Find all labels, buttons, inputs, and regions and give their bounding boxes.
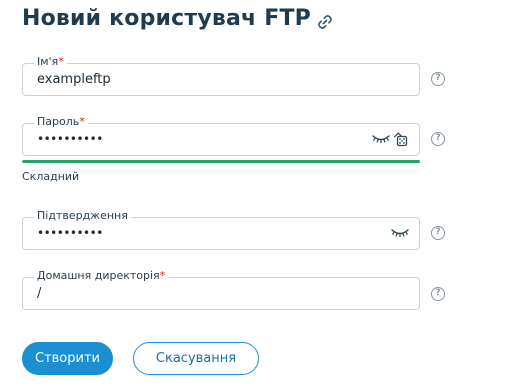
cancel-button[interactable]: Скасування bbox=[133, 342, 259, 375]
eye-closed-icon[interactable] bbox=[391, 227, 409, 239]
password-help-icon[interactable]: ? bbox=[431, 132, 445, 146]
home-directory-help-icon[interactable]: ? bbox=[431, 287, 445, 301]
link-icon[interactable] bbox=[316, 13, 334, 31]
confirm-password-field[interactable]: Підтвердження •••••••••• bbox=[22, 209, 420, 250]
eye-closed-icon[interactable] bbox=[372, 133, 390, 145]
username-input[interactable]: exampleftp bbox=[37, 64, 111, 95]
dice-icon[interactable] bbox=[392, 131, 408, 147]
password-input[interactable]: •••••••••• bbox=[37, 124, 103, 155]
confirm-password-help-icon[interactable]: ? bbox=[431, 226, 445, 240]
home-directory-input[interactable]: / bbox=[37, 278, 41, 309]
confirm-password-input[interactable]: •••••••••• bbox=[37, 218, 103, 249]
password-strength-bar bbox=[22, 160, 420, 163]
password-field[interactable]: Пароль* •••••••••• bbox=[22, 115, 420, 156]
password-strength-fill bbox=[22, 160, 420, 163]
create-button[interactable]: Створити bbox=[22, 342, 113, 375]
password-strength-label: Складний bbox=[22, 170, 80, 183]
page-title: Новий користувач FTP bbox=[22, 6, 311, 31]
username-field[interactable]: Ім'я* exampleftp bbox=[22, 55, 420, 96]
required-mark: * bbox=[159, 269, 166, 282]
username-help-icon[interactable]: ? bbox=[431, 72, 445, 86]
home-directory-label: Домашня директорія* bbox=[34, 269, 169, 283]
home-directory-field[interactable]: Домашня директорія* / bbox=[22, 269, 420, 310]
